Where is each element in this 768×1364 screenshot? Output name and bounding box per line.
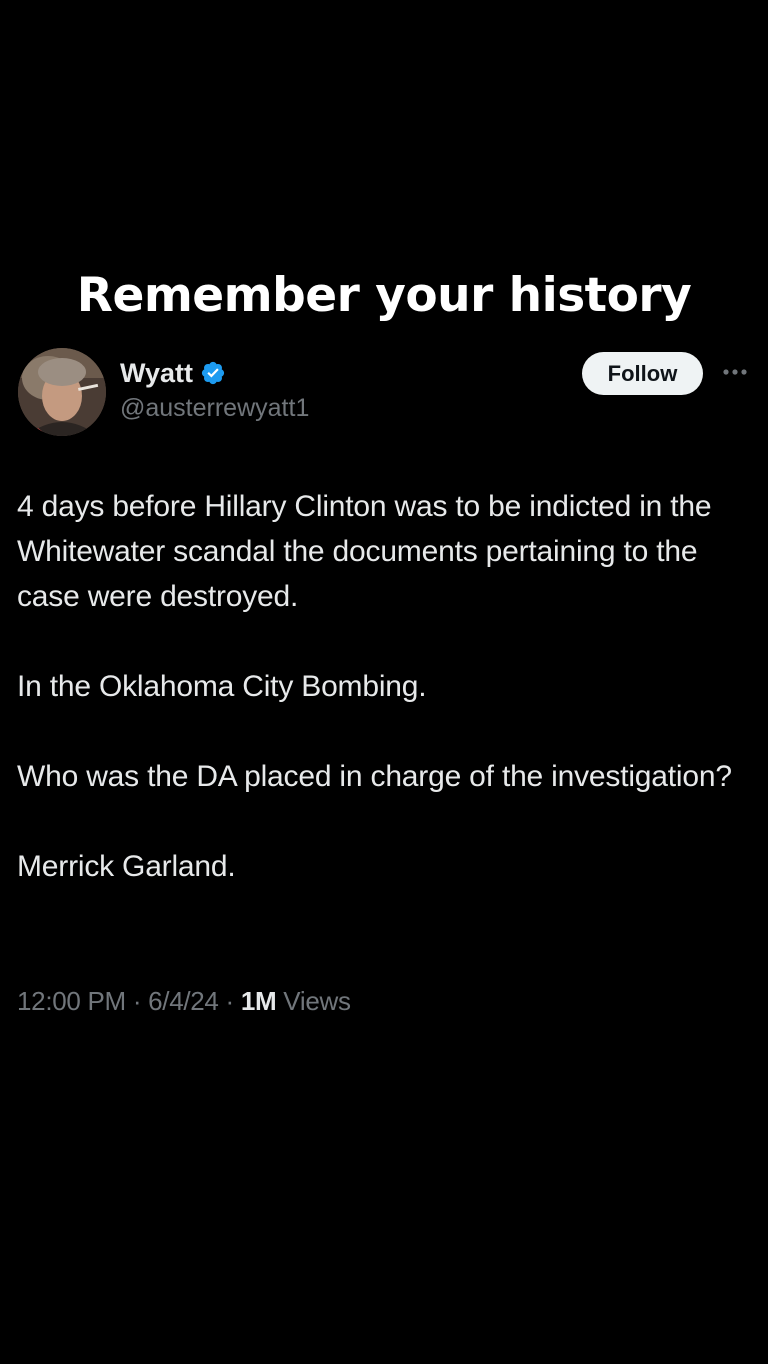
meta-separator: · <box>218 986 241 1016</box>
tweet-paragraph: 4 days before Hillary Clinton was to be … <box>17 490 712 613</box>
tweet-metadata: 12:00 PM · 6/4/24 · 1M Views <box>17 986 351 1017</box>
video-caption: Remember your history <box>76 268 692 323</box>
tweet-paragraph: Who was the DA placed in charge of the i… <box>17 760 732 793</box>
profile-photo <box>18 348 106 436</box>
tweet-text: 4 days before Hillary Clinton was to be … <box>17 484 757 889</box>
name-row: Wyatt <box>120 356 226 390</box>
tweet-paragraph: In the Oklahoma City Bombing. <box>17 670 427 703</box>
display-name[interactable]: Wyatt <box>120 358 193 389</box>
verified-badge-icon <box>200 360 226 386</box>
more-options-button[interactable] <box>718 358 752 386</box>
views-count[interactable]: 1M <box>241 986 277 1016</box>
tweet-header: Wyatt @austerrewyatt1 Follow <box>18 348 758 438</box>
tweet-time[interactable]: 12:00 PM <box>17 986 126 1016</box>
more-horizontal-icon <box>723 369 747 375</box>
tweet-paragraph: Merrick Garland. <box>17 850 236 883</box>
user-handle[interactable]: @austerrewyatt1 <box>120 394 309 423</box>
follow-button[interactable]: Follow <box>582 352 703 395</box>
meta-separator: · <box>125 986 149 1016</box>
avatar[interactable] <box>18 348 106 436</box>
tweet-date[interactable]: 6/4/24 <box>148 986 219 1016</box>
views-label: Views <box>276 986 351 1016</box>
